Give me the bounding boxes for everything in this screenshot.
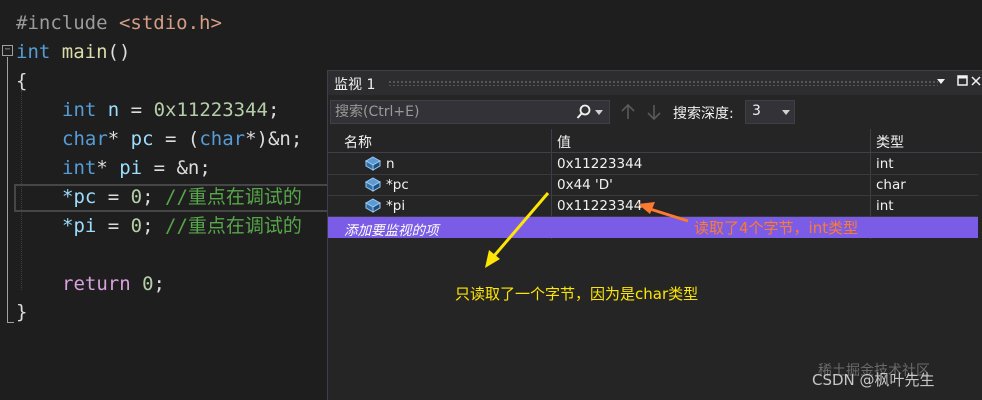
yellow-annotation: 只读取了一个字节，因为是char类型	[455, 285, 699, 303]
search-input[interactable]	[335, 103, 565, 121]
code-line-return: return 0;	[62, 273, 165, 295]
variable-icon	[364, 177, 382, 193]
search-box[interactable]	[330, 100, 610, 124]
chevron-down-icon[interactable]	[782, 110, 790, 115]
watch-toolbar: 搜索深度: 3	[328, 97, 982, 127]
watch-row[interactable]: n 0x11223344 int	[328, 154, 978, 175]
watch-title: 监视 1	[334, 77, 376, 93]
watch-row-name: n	[386, 156, 395, 172]
search-options-dropdown-icon[interactable]	[595, 110, 603, 115]
variable-icon	[364, 156, 382, 172]
watch-row-value[interactable]: 0x11223344	[557, 198, 642, 214]
watch-row-type: char	[876, 177, 906, 193]
add-watch-item-label[interactable]: 添加要监视的项	[344, 219, 439, 239]
code-line-main: int main()	[16, 41, 131, 63]
collapse-toggle[interactable]: −	[2, 45, 13, 56]
watch-row-name: *pi	[386, 198, 406, 214]
column-header-value[interactable]: 值	[557, 132, 571, 152]
add-watch-row[interactable]: 添加要监视的项	[328, 217, 978, 239]
watch-row[interactable]: *pc 0x44 'D' char	[328, 175, 978, 196]
search-depth-select[interactable]: 3	[745, 100, 795, 124]
column-header-name[interactable]: 名称	[344, 132, 372, 152]
watch-window: 监视 1 搜索深度: 3	[327, 70, 982, 400]
search-next-icon[interactable]	[645, 102, 663, 122]
watch-row-type: int	[876, 198, 894, 214]
code-line-declare-pc: char* pc = (char*)&n;	[62, 128, 303, 150]
column-header-type[interactable]: 类型	[876, 132, 904, 152]
code-line-assign-pc: *pc = 0; //重点在调试的	[62, 186, 302, 208]
window-position-dropdown-icon[interactable]	[933, 74, 949, 92]
variable-icon	[364, 198, 382, 214]
search-depth-value: 3	[752, 103, 761, 119]
fold-guide	[7, 57, 8, 323]
watermark: CSDN @枫叶先生	[812, 371, 935, 389]
code-line-declare-pi: int* pi = &n;	[62, 157, 211, 179]
watch-title-bar[interactable]: 监视 1	[328, 71, 982, 95]
code-line-open-brace: {	[16, 70, 28, 92]
watch-row-value[interactable]: 0x44 'D'	[557, 177, 613, 193]
watch-row-value[interactable]: 0x11223344	[557, 156, 642, 172]
code-line-declare-n: int n = 0x11223344;	[62, 99, 280, 121]
code-line-close-brace: }	[16, 301, 28, 323]
search-previous-icon[interactable]	[619, 102, 637, 122]
code-line-assign-pi: *pi = 0; //重点在调试的	[62, 215, 302, 237]
orange-annotation: 读取了4个字节，int类型	[694, 219, 859, 237]
fold-guide-end	[7, 322, 14, 323]
close-icon[interactable]	[968, 74, 982, 92]
code-line-include: #include <stdio.h>	[16, 12, 222, 34]
watch-row-name: *pc	[386, 177, 409, 193]
watch-row[interactable]: *pi 0x11223344 int	[328, 196, 978, 217]
search-depth-label: 搜索深度:	[673, 106, 734, 122]
search-icon[interactable]	[576, 103, 592, 121]
watch-row-type: int	[876, 156, 894, 172]
grid-header: 名称 值 类型	[328, 129, 982, 153]
drag-grip[interactable]	[388, 80, 938, 86]
